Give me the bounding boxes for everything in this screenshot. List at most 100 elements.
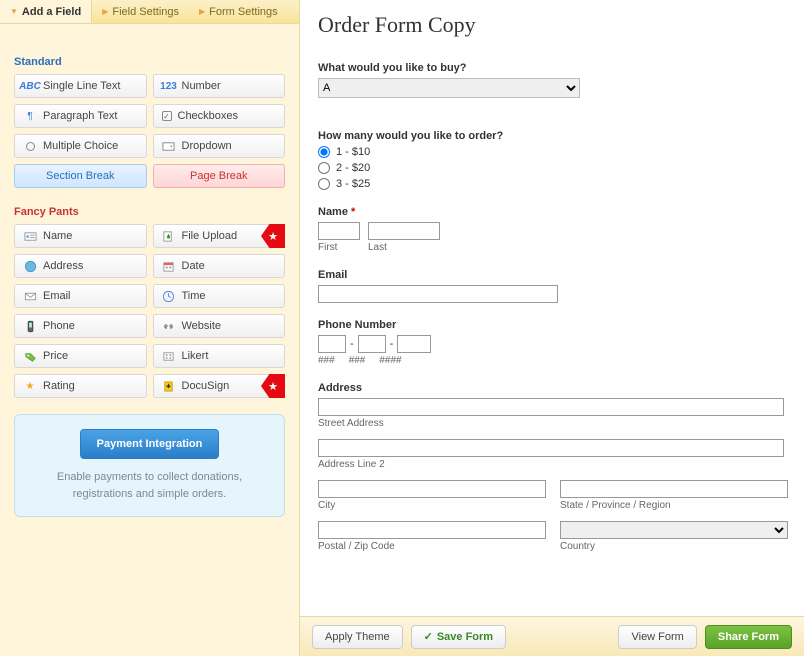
field-page-break[interactable]: Page Break [153,164,286,188]
field-phone[interactable]: Phone [14,314,147,338]
field-label: Date [182,260,205,272]
chevron-down-icon: ▼ [10,7,18,16]
sidebar: ▼ Add a Field ▶Field Settings ▶Form Setti… [0,0,300,656]
field-name[interactable]: Name [14,224,147,248]
country-select[interactable] [560,521,788,539]
star-badge-icon: ★ [261,224,285,248]
field-dropdown[interactable]: Dropdown [153,134,286,158]
field-label: Likert [182,350,209,362]
view-form-button[interactable]: View Form [618,625,696,649]
email-input[interactable] [318,285,558,303]
field-label: Paragraph Text [43,110,117,122]
field-label: DocuSign [182,380,230,392]
q2-radio-3[interactable] [318,178,330,190]
field-label: Time [182,290,206,302]
field-paragraph-text[interactable]: ¶Paragraph Text [14,104,147,128]
country-sublabel: Country [560,541,788,552]
field-email[interactable]: Email [14,284,147,308]
calendar-icon [162,259,176,273]
q2-radio-1[interactable] [318,146,330,158]
docusign-icon [162,379,176,393]
q2-opt3-label: 3 - $25 [336,178,370,190]
field-multiple-choice[interactable]: Multiple Choice [14,134,147,158]
field-label: Website [182,320,222,332]
field-address[interactable]: Address [14,254,147,278]
field-label: Checkboxes [178,110,239,122]
city-input[interactable] [318,480,546,498]
q2-label: How many would you like to order? [318,130,788,142]
field-label: Email [43,290,71,302]
q1-label: What would you like to buy? [318,62,788,74]
field-time[interactable]: Time [153,284,286,308]
q2-opt1-label: 1 - $10 [336,146,370,158]
street-sublabel: Street Address [318,418,788,429]
footer-toolbar: Apply Theme ✓Save Form View Form Share F… [300,616,804,656]
name-label: Name * [318,206,788,218]
form-preview: Order Form Copy What would you like to b… [300,0,804,616]
q1-select[interactable]: A [318,78,580,98]
field-file-upload[interactable]: File Upload ★ [153,224,286,248]
clock-icon [162,289,176,303]
apply-theme-button[interactable]: Apply Theme [312,625,403,649]
check-icon: ✓ [424,630,433,643]
phone-prefix-input[interactable] [358,335,386,353]
first-name-input[interactable] [318,222,360,240]
field-label: Multiple Choice [43,140,118,152]
field-label: Dropdown [182,140,232,152]
field-label: Address [43,260,83,272]
tab-label: Add a Field [22,6,81,18]
section-standard-title: Standard [14,56,285,68]
tab-label: Field Settings [112,6,179,18]
tab-form-settings[interactable]: ▶Form Settings [189,0,288,23]
postal-sublabel: Postal / Zip Code [318,541,546,552]
field-label: Single Line Text [43,80,120,92]
field-checkboxes[interactable]: ✓ Checkboxes [153,104,286,128]
first-sublabel: First [318,242,360,253]
save-form-button[interactable]: ✓Save Form [411,625,506,649]
line2-sublabel: Address Line 2 [318,459,788,470]
state-sublabel: State / Province / Region [560,500,788,511]
phone-label: Phone Number [318,319,788,331]
phone-area-input[interactable] [318,335,346,353]
field-label: Phone [43,320,75,332]
tab-add-field[interactable]: ▼ Add a Field [0,0,92,23]
field-section-break[interactable]: Section Break [14,164,147,188]
section-fancy-title: Fancy Pants [14,206,285,218]
postal-input[interactable] [318,521,546,539]
field-label: Number [182,80,221,92]
number-icon: 123 [162,79,176,93]
radio-icon [23,139,37,153]
address-line2-input[interactable] [318,439,784,457]
field-rating[interactable]: ★ Rating [14,374,147,398]
field-number[interactable]: 123 Number [153,74,286,98]
price-icon [23,349,37,363]
field-single-line-text[interactable]: ABCSingle Line Text [14,74,147,98]
field-price[interactable]: Price [14,344,147,368]
tab-field-settings[interactable]: ▶Field Settings [92,0,189,23]
checkbox-icon: ✓ [162,111,172,121]
field-website[interactable]: Website [153,314,286,338]
street-input[interactable] [318,398,784,416]
last-name-input[interactable] [368,222,440,240]
field-label: Rating [43,380,75,392]
email-icon [23,289,37,303]
field-likert[interactable]: Likert [153,344,286,368]
field-date[interactable]: Date [153,254,286,278]
state-input[interactable] [560,480,788,498]
tab-label: Form Settings [209,6,277,18]
phone-line-input[interactable] [397,335,431,353]
q2-radio-2[interactable] [318,162,330,174]
field-docusign[interactable]: DocuSign ★ [153,374,286,398]
q2-opt2-label: 2 - $20 [336,162,370,174]
field-label: Page Break [190,170,247,182]
field-label: File Upload [182,230,238,242]
field-label: Name [43,230,72,242]
dropdown-icon [162,139,176,153]
share-form-button[interactable]: Share Form [705,625,792,649]
link-icon [162,319,176,333]
payment-integration-button[interactable]: Payment Integration [80,429,220,459]
phone-sub2: ### [349,355,366,366]
star-badge-icon: ★ [261,374,285,398]
upload-icon [162,229,176,243]
star-icon: ★ [23,379,37,393]
